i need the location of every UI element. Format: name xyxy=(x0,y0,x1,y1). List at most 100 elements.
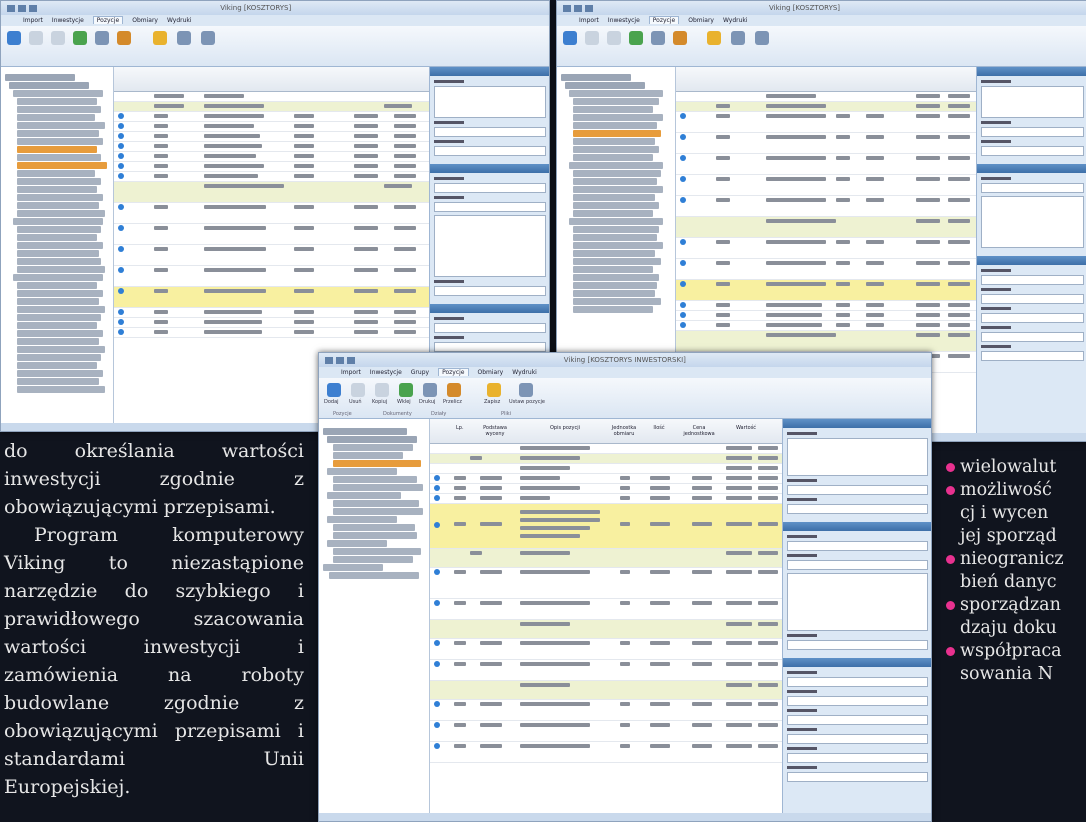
delete-button-label: Usuń xyxy=(349,399,362,405)
ribbon-tabs: Import Inwestycje Grupy Pozycje Obmiary Wydru… xyxy=(319,367,931,378)
print-icon[interactable] xyxy=(95,31,109,45)
project-tree[interactable] xyxy=(1,67,114,423)
calc-icon[interactable] xyxy=(673,31,687,45)
feature-bullets: wielowalut możliwość cj i wycen jej spor… xyxy=(946,456,1064,686)
tab-pozycje[interactable]: Pozycje xyxy=(92,16,124,24)
group-label: Pliki xyxy=(501,411,512,417)
bullet-1: wielowalut xyxy=(946,456,1064,479)
description-field[interactable] xyxy=(434,86,546,118)
list-icon[interactable] xyxy=(177,31,191,45)
tab-inwestycje[interactable]: Inwestycje xyxy=(52,17,84,24)
settings-icon[interactable] xyxy=(755,31,769,45)
header-basis: Podstawa wyceny xyxy=(483,425,507,437)
unit-field[interactable] xyxy=(434,146,546,156)
add-icon[interactable] xyxy=(7,31,21,45)
bullet-5-line: sowania N xyxy=(960,664,1054,684)
code-field[interactable] xyxy=(787,504,928,514)
bullet-dot-icon xyxy=(946,601,955,610)
window-titlebar: Viking [KOSZTORYS] xyxy=(1,1,549,15)
tab-wydruki[interactable]: Wydruki xyxy=(167,17,192,24)
move-icon[interactable] xyxy=(73,31,87,45)
paragraph-1: do określania wartości inwestycji zgodni… xyxy=(4,440,304,518)
ribbon-tabs: Import Inwestycje Pozycje Obmiary Wydruki xyxy=(557,15,1086,26)
settings-icon[interactable] xyxy=(201,31,215,45)
paragraph-2: Program komputerowy Viking to niezastąpi… xyxy=(4,524,304,798)
bullet-dot-icon xyxy=(946,647,955,656)
save-icon[interactable] xyxy=(487,383,501,397)
tab-obmiary[interactable]: Obmiary xyxy=(478,369,504,376)
bullet-4: sporządzan xyxy=(946,594,1064,617)
save-button-label: Zapisz xyxy=(484,399,501,405)
positions-button-label: Ustaw pozycje xyxy=(509,399,545,405)
tab-import[interactable]: Import xyxy=(579,17,599,24)
header-unit: Jednostka obmiaru xyxy=(611,425,637,437)
copy-icon[interactable] xyxy=(51,31,65,45)
bullet-dot-icon xyxy=(946,486,955,495)
save-icon[interactable] xyxy=(153,31,167,45)
tab-wydruki[interactable]: Wydruki xyxy=(723,17,748,24)
tab-inwestycje[interactable]: Inwestycje xyxy=(370,369,402,376)
move-icon[interactable] xyxy=(629,31,643,45)
print-icon[interactable] xyxy=(423,383,437,397)
copy-icon[interactable] xyxy=(375,383,389,397)
description-field[interactable] xyxy=(981,86,1084,118)
calc-button-label: Przelicz xyxy=(443,399,462,405)
window-title: Viking [KOSZTORYS] xyxy=(769,4,841,12)
basis-field[interactable] xyxy=(787,485,928,495)
positions-icon[interactable] xyxy=(519,383,533,397)
window-title: Viking [KOSZTORYS INWESTORSKI] xyxy=(563,356,686,364)
add-button-label: Dodaj xyxy=(324,399,339,405)
tab-import[interactable]: Import xyxy=(341,369,361,376)
tab-grupy[interactable]: Grupy xyxy=(411,369,429,376)
tab-obmiary[interactable]: Obmiary xyxy=(132,17,158,24)
group-label: Dokumenty xyxy=(383,411,412,417)
bullet-2-line: jej sporząd xyxy=(960,526,1057,546)
window-titlebar: Viking [KOSZTORYS INWESTORSKI] xyxy=(319,353,931,367)
bullet-2-line: cj i wycen xyxy=(960,503,1049,523)
delete-icon[interactable] xyxy=(351,383,365,397)
calc-icon[interactable] xyxy=(117,31,131,45)
bullet-dot-icon xyxy=(946,555,955,564)
list-icon[interactable] xyxy=(731,31,745,45)
grid-header xyxy=(676,67,976,92)
grid-header: Lp. Podstawa wyceny Opis pozycji Jednost… xyxy=(430,419,782,444)
bullet-3-line: bień danyc xyxy=(960,572,1057,592)
description-field[interactable] xyxy=(787,438,928,476)
properties-panel xyxy=(976,67,1086,433)
tab-pozycje[interactable]: Pozycje xyxy=(648,16,680,24)
ribbon xyxy=(1,26,549,67)
tab-inwestycje[interactable]: Inwestycje xyxy=(608,17,640,24)
article-text-left: do określania wartości inwestycji zgodni… xyxy=(0,437,304,801)
ribbon-tabs: Import Inwestycje Pozycje Obmiary Wydruki xyxy=(1,15,549,26)
copy-icon[interactable] xyxy=(607,31,621,45)
header-lp: Lp. xyxy=(456,425,464,431)
screenshot-bottom-center: Viking [KOSZTORYS INWESTORSKI] Import Inw… xyxy=(318,352,932,822)
tab-obmiary[interactable]: Obmiary xyxy=(688,17,714,24)
bullet-3: nieogranicz xyxy=(946,548,1064,571)
basis-field[interactable] xyxy=(434,127,546,137)
bullet-dot-icon xyxy=(946,463,955,472)
group-label: Pozycje xyxy=(333,411,352,417)
properties-panel xyxy=(782,419,931,813)
tab-pozycje[interactable]: Pozycje xyxy=(438,368,469,376)
project-tree[interactable] xyxy=(319,419,430,813)
paste-icon[interactable] xyxy=(399,383,413,397)
calc-icon[interactable] xyxy=(447,383,461,397)
delete-icon[interactable] xyxy=(29,31,43,45)
grid-header xyxy=(114,67,429,92)
add-icon[interactable] xyxy=(563,31,577,45)
bullet-5: współpraca xyxy=(946,640,1064,663)
window-titlebar: Viking [KOSZTORYS] xyxy=(557,1,1086,15)
tab-import[interactable]: Import xyxy=(23,17,43,24)
ribbon: Dodaj Usuń Kopiuj Wklej Drukuj Przelicz … xyxy=(319,378,931,419)
add-icon[interactable] xyxy=(327,383,341,397)
bullet-4-line: dzaju doku xyxy=(960,618,1057,638)
print-icon[interactable] xyxy=(651,31,665,45)
copy-button-label: Kopiuj xyxy=(372,399,388,405)
basis-field[interactable] xyxy=(981,127,1084,137)
group-label: Działy xyxy=(431,411,447,417)
tab-wydruki[interactable]: Wydruki xyxy=(512,369,537,376)
cost-grid[interactable]: Lp. Podstawa wyceny Opis pozycji Jednost… xyxy=(430,419,782,813)
save-icon[interactable] xyxy=(707,31,721,45)
delete-icon[interactable] xyxy=(585,31,599,45)
